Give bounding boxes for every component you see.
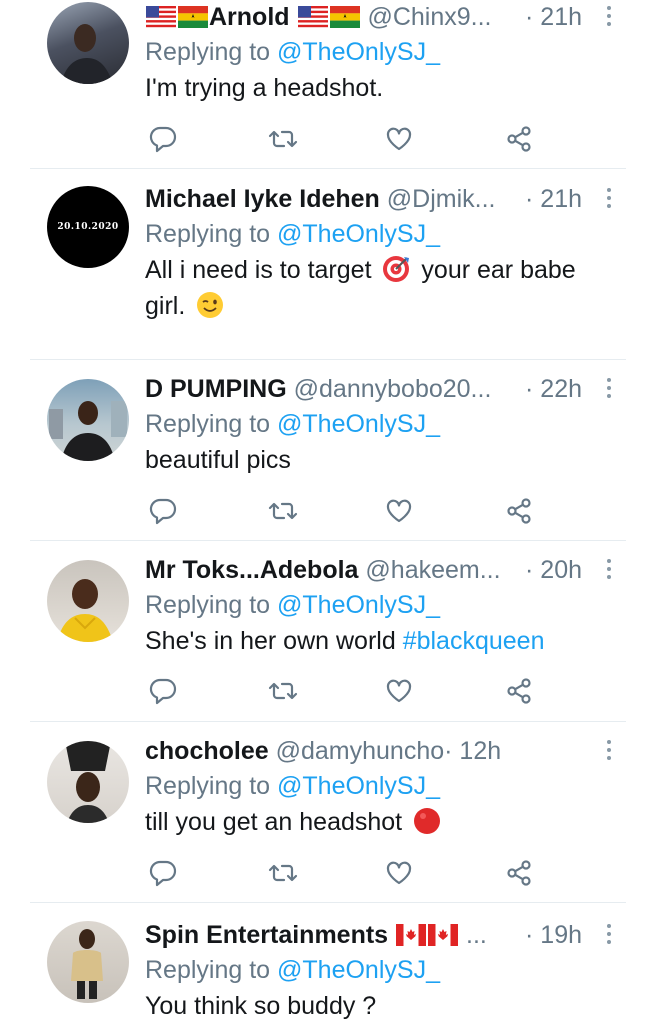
timestamp[interactable]: · 21h [525, 0, 582, 34]
replying-prefix: Replying to [145, 220, 278, 248]
avatar[interactable]: 20.10.2020 [47, 186, 129, 268]
tweet-text: She's in her own world #blackqueen [145, 623, 634, 659]
like-icon[interactable] [384, 858, 414, 888]
flag-us-icon [298, 6, 328, 28]
tweet-text: till you get an headshot [145, 804, 634, 840]
author-name[interactable]: Arnold [209, 3, 290, 31]
tweet-6[interactable]: Spin Entertainments ... · 19h Replying t… [0, 903, 654, 1030]
direct-hit-emoji-icon [383, 256, 410, 282]
tweet-5[interactable]: chocholee @damyhuncho· 12h Replying to @… [0, 722, 654, 902]
reply-icon[interactable] [148, 496, 178, 526]
avatar[interactable] [47, 2, 129, 84]
more-icon[interactable] [602, 555, 616, 585]
author-handle[interactable]: ... [466, 921, 487, 949]
author-handle[interactable]: @hakeem... [365, 556, 500, 584]
timestamp[interactable]: · 19h [525, 918, 582, 952]
flag-us-icon [146, 6, 176, 28]
like-icon[interactable] [384, 496, 414, 526]
share-icon[interactable] [504, 496, 534, 526]
tweet-text-part: She's in her own world [145, 627, 403, 655]
mention-link[interactable]: @TheOnlySJ_ [277, 956, 440, 984]
timestamp[interactable]: · 22h [525, 372, 582, 406]
tweet-1[interactable]: Arnold @Chinx9... · 21h Replying to @The… [0, 0, 654, 168]
reply-icon[interactable] [148, 676, 178, 706]
avatar[interactable] [47, 741, 129, 823]
tweet-text-part: All i need is to target [145, 256, 379, 284]
author-name[interactable]: chocholee [145, 737, 269, 765]
retweet-icon[interactable] [268, 496, 298, 526]
author-name[interactable]: D PUMPING [145, 375, 287, 403]
author-handle[interactable]: @Djmik... [387, 185, 496, 213]
retweet-icon[interactable] [268, 858, 298, 888]
flag-ghana-icon [178, 6, 208, 28]
share-icon[interactable] [504, 676, 534, 706]
winking-face-emoji-icon [197, 292, 224, 318]
avatar[interactable] [47, 379, 129, 461]
author-handle[interactable]: @damyhuncho [276, 737, 445, 765]
tweet-text: You think so buddy ? [145, 992, 377, 1020]
like-icon[interactable] [384, 676, 414, 706]
author-handle[interactable]: @Chinx9... [367, 3, 491, 31]
retweet-icon[interactable] [268, 676, 298, 706]
red-circle-emoji-icon [414, 808, 441, 834]
replying-prefix: Replying to [145, 38, 278, 66]
tweet-text-part: girl. [145, 292, 193, 320]
tweet-text: All i need is to target your ear babe gi… [145, 252, 634, 324]
replying-to: Replying to @TheOnlySJ_ [145, 216, 634, 252]
timestamp[interactable]: · 21h [525, 182, 582, 216]
tweet-text-part: till you get an headshot [145, 808, 410, 836]
more-icon[interactable] [602, 920, 616, 950]
tweet-4[interactable]: Mr Toks...Adebola @hakeem... · 20h Reply… [0, 541, 654, 721]
tweet-3[interactable]: D PUMPING @dannybobo20... · 22h Replying… [0, 360, 654, 540]
share-icon[interactable] [504, 858, 534, 888]
timestamp[interactable]: · 20h [525, 553, 582, 587]
tweet-text-part: your ear babe [414, 256, 576, 284]
tweet-text: beautiful pics [145, 446, 291, 474]
mention-link[interactable]: @TheOnlySJ_ [277, 220, 440, 248]
flag-canada-icon [428, 924, 458, 946]
reply-icon[interactable] [148, 858, 178, 888]
replying-to: Replying to @TheOnlySJ_ [145, 952, 634, 988]
author-handle[interactable]: @dannybobo20... [294, 375, 492, 403]
mention-link[interactable]: @TheOnlySJ_ [277, 38, 440, 66]
retweet-icon[interactable] [268, 124, 298, 154]
flag-ghana-icon [330, 6, 360, 28]
replying-to: Replying to @TheOnlySJ_ [145, 768, 634, 804]
tweet-2[interactable]: 20.10.2020 Michael Iyke Idehen @Djmik...… [0, 169, 654, 359]
avatar[interactable] [47, 560, 129, 642]
share-icon[interactable] [504, 124, 534, 154]
mention-link[interactable]: @TheOnlySJ_ [277, 591, 440, 619]
more-icon[interactable] [602, 736, 616, 766]
replying-prefix: Replying to [145, 956, 278, 984]
more-icon[interactable] [602, 184, 616, 214]
replying-to: Replying to @TheOnlySJ_ [145, 587, 634, 623]
replying-prefix: Replying to [145, 591, 278, 619]
reply-icon[interactable] [148, 124, 178, 154]
timestamp[interactable]: · 12h [444, 737, 501, 765]
author-name[interactable]: Spin Entertainments [145, 921, 388, 949]
mention-link[interactable]: @TheOnlySJ_ [277, 410, 440, 438]
flag-canada-icon [396, 924, 426, 946]
hashtag-link[interactable]: #blackqueen [403, 627, 545, 655]
replying-prefix: Replying to [145, 772, 278, 800]
replying-to: Replying to @TheOnlySJ_ [145, 406, 634, 442]
replying-prefix: Replying to [145, 410, 278, 438]
author-name[interactable]: Mr Toks...Adebola [145, 556, 358, 584]
author-name[interactable]: Michael Iyke Idehen [145, 185, 380, 213]
like-icon[interactable] [384, 124, 414, 154]
replying-to: Replying to @TheOnlySJ_ [145, 34, 634, 70]
more-icon[interactable] [602, 2, 616, 32]
avatar[interactable] [47, 921, 129, 1003]
avatar-text: 20.10.2020 [57, 222, 119, 232]
more-icon[interactable] [602, 374, 616, 404]
mention-link[interactable]: @TheOnlySJ_ [277, 772, 440, 800]
tweet-text: I'm trying a headshot. [145, 74, 384, 102]
